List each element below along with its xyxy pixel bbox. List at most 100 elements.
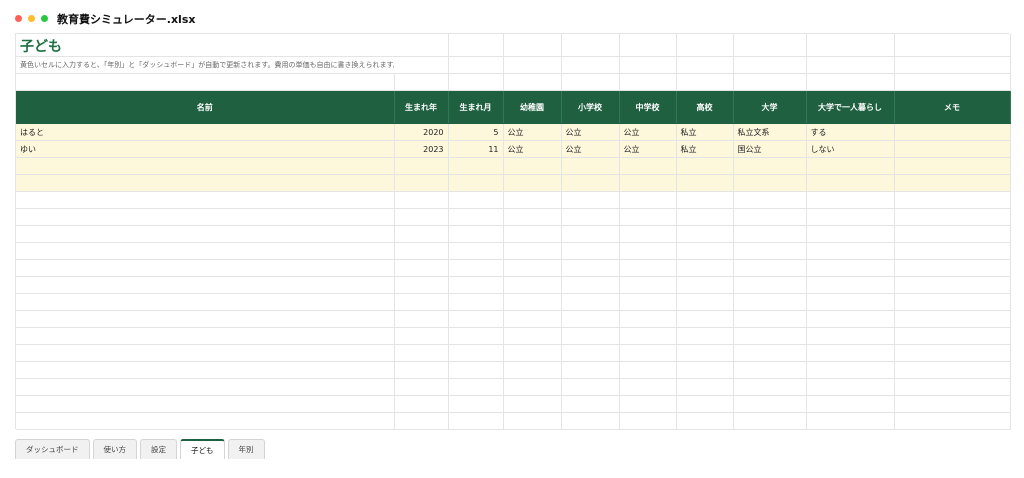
cell[interactable] <box>806 361 895 379</box>
cell[interactable] <box>676 395 734 413</box>
header-memo[interactable]: メモ <box>894 90 1011 124</box>
cell[interactable] <box>503 327 562 345</box>
cell[interactable] <box>561 242 620 260</box>
cell[interactable] <box>806 310 895 328</box>
cell[interactable] <box>503 73 562 91</box>
cell[interactable] <box>503 378 562 396</box>
header-kindergarten[interactable]: 幼稚園 <box>503 90 562 124</box>
cell[interactable] <box>561 378 620 396</box>
header-birth-year[interactable]: 生まれ年 <box>394 90 449 124</box>
header-high-school[interactable]: 高校 <box>676 90 734 124</box>
cell[interactable] <box>894 259 1011 277</box>
cell[interactable] <box>733 361 807 379</box>
cell[interactable] <box>894 34 1011 57</box>
cell[interactable] <box>676 259 734 277</box>
cell[interactable] <box>394 395 449 413</box>
cell[interactable] <box>676 73 734 91</box>
cell[interactable] <box>448 276 504 294</box>
cell[interactable] <box>503 242 562 260</box>
cell[interactable] <box>394 34 449 57</box>
cell[interactable] <box>894 208 1011 226</box>
cell[interactable] <box>561 225 620 243</box>
cell[interactable] <box>448 56 504 74</box>
cell[interactable] <box>503 225 562 243</box>
cell[interactable] <box>733 276 807 294</box>
cell-junior-high[interactable]: 公立 <box>619 140 677 158</box>
cell[interactable] <box>733 225 807 243</box>
cell-kindergarten[interactable]: 公立 <box>503 123 562 141</box>
cell[interactable] <box>894 327 1011 345</box>
cell[interactable] <box>503 361 562 379</box>
cell[interactable] <box>394 361 449 379</box>
cell[interactable] <box>448 242 504 260</box>
cell[interactable] <box>561 191 620 209</box>
cell[interactable] <box>676 344 734 362</box>
cell[interactable] <box>733 242 807 260</box>
header-university[interactable]: 大学 <box>733 90 807 124</box>
cell[interactable] <box>394 191 449 209</box>
cell[interactable] <box>16 225 395 243</box>
cell-memo[interactable] <box>894 174 1011 192</box>
cell-birth-month[interactable]: 11 <box>448 140 504 158</box>
cell[interactable] <box>733 157 807 175</box>
cell[interactable] <box>806 259 895 277</box>
cell[interactable] <box>806 276 895 294</box>
cell[interactable] <box>561 412 620 430</box>
cell[interactable] <box>894 378 1011 396</box>
cell[interactable] <box>561 310 620 328</box>
sheet-title[interactable]: 子ども <box>16 34 394 57</box>
cell[interactable] <box>16 73 395 91</box>
cell[interactable] <box>16 191 395 209</box>
cell[interactable] <box>676 310 734 328</box>
cell[interactable] <box>16 361 395 379</box>
cell[interactable] <box>503 412 562 430</box>
sheet-note[interactable]: 黄色いセルに入力すると、「年別」と「ダッシュボード」が自動で更新されます。費用の… <box>16 56 394 74</box>
cell[interactable] <box>448 191 504 209</box>
cell[interactable] <box>619 56 677 74</box>
cell[interactable] <box>676 293 734 311</box>
cell[interactable] <box>806 242 895 260</box>
cell[interactable] <box>619 310 677 328</box>
cell[interactable] <box>448 225 504 243</box>
cell[interactable] <box>619 412 677 430</box>
cell[interactable] <box>676 56 734 74</box>
cell[interactable] <box>806 157 895 175</box>
minimize-window-button[interactable] <box>28 15 35 22</box>
cell[interactable] <box>806 327 895 345</box>
cell[interactable] <box>394 378 449 396</box>
cell[interactable] <box>394 208 449 226</box>
cell[interactable] <box>619 174 677 192</box>
cell[interactable] <box>561 56 620 74</box>
cell[interactable] <box>16 310 395 328</box>
cell[interactable] <box>733 259 807 277</box>
cell[interactable] <box>619 157 677 175</box>
cell[interactable] <box>394 412 449 430</box>
cell-name[interactable]: はると <box>16 123 395 141</box>
cell[interactable] <box>16 412 395 430</box>
cell[interactable] <box>16 293 395 311</box>
cell[interactable] <box>806 208 895 226</box>
cell[interactable] <box>448 73 504 91</box>
header-junior-high[interactable]: 中学校 <box>619 90 677 124</box>
cell-junior-high[interactable]: 公立 <box>619 123 677 141</box>
cell[interactable] <box>561 276 620 294</box>
cell[interactable] <box>733 191 807 209</box>
tab-settings[interactable]: 設定 <box>140 439 177 459</box>
cell[interactable] <box>561 157 620 175</box>
cell[interactable] <box>16 378 395 396</box>
cell[interactable] <box>394 276 449 294</box>
cell[interactable] <box>894 191 1011 209</box>
cell[interactable] <box>619 73 677 91</box>
cell[interactable] <box>806 56 895 74</box>
cell[interactable] <box>676 361 734 379</box>
cell[interactable] <box>561 344 620 362</box>
cell[interactable] <box>503 293 562 311</box>
cell[interactable] <box>806 191 895 209</box>
cell[interactable] <box>894 293 1011 311</box>
cell[interactable] <box>561 208 620 226</box>
cell-university[interactable]: 私立文系 <box>733 123 807 141</box>
cell[interactable] <box>806 73 895 91</box>
cell[interactable] <box>448 310 504 328</box>
cell[interactable] <box>448 344 504 362</box>
cell-memo[interactable] <box>894 157 1011 175</box>
